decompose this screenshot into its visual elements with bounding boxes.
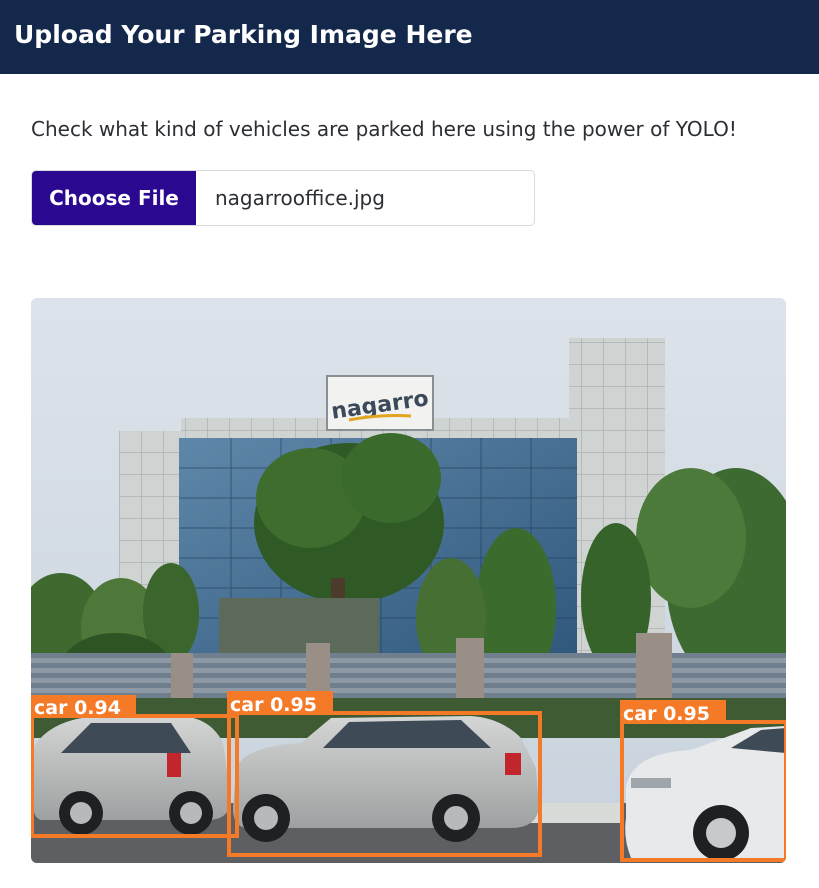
selected-file-name: nagarrooffice.jpg xyxy=(215,186,385,210)
page-title: Upload Your Parking Image Here xyxy=(14,20,473,49)
detection-label-1: car 0.94 xyxy=(34,697,121,719)
file-upload-control[interactable]: Choose File nagarrooffice.jpg xyxy=(31,170,535,226)
navbar: Upload Your Parking Image Here xyxy=(0,0,819,74)
detection-result-image: nagarro car 0.94 car 0.95 car 0.95 xyxy=(31,298,786,863)
car-1 xyxy=(33,716,231,835)
intro-text: Check what kind of vehicles are parked h… xyxy=(31,117,737,141)
detection-label-2: car 0.95 xyxy=(230,694,317,716)
detection-label-3: car 0.95 xyxy=(623,703,710,725)
choose-file-button[interactable]: Choose File xyxy=(32,171,196,225)
